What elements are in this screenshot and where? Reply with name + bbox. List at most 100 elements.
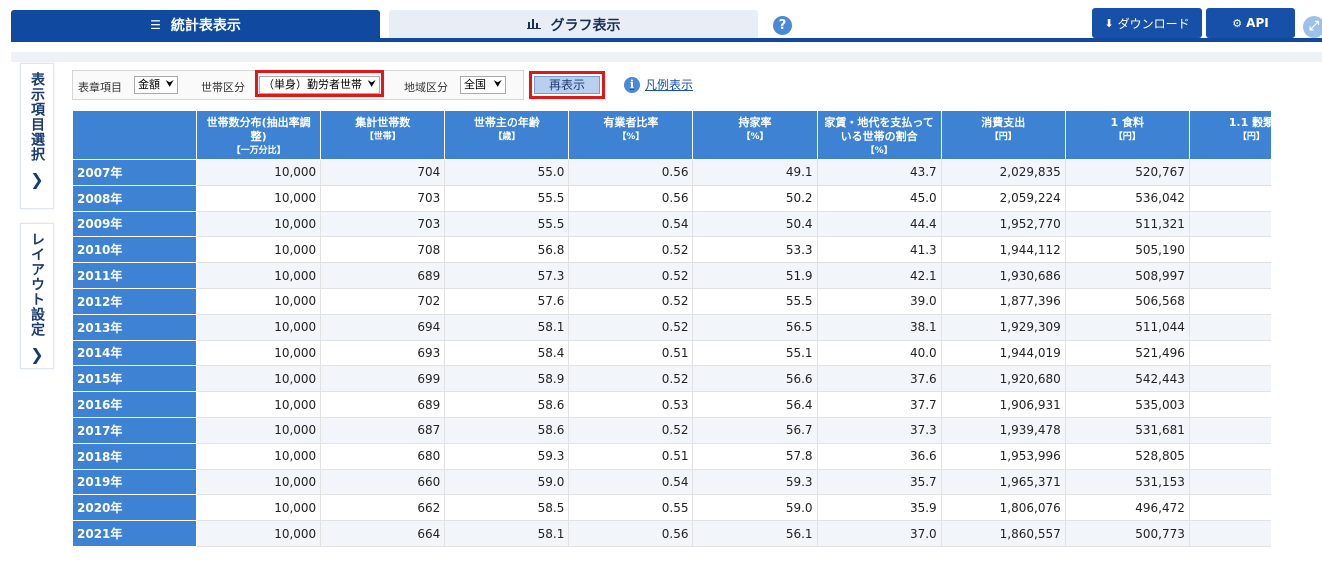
table-row: 2014年 10,000 693 58.4 0.51 55.1 40.0 1,944,019 5…	[72, 339, 1271, 367]
tab-stats-view-label: 統計表表示	[170, 17, 241, 34]
table-header-row: 世帯数分布(抽出率調整) 【一万分比】 集計世帯数 【世帯】 世帯主の年齢 【歳】 有業者比…	[72, 110, 1271, 160]
table-body: 2007年 10,000 704 55.0 0.56 49.1 43.7 2,029,835 5…	[72, 159, 1271, 547]
table-cell	[1188, 365, 1271, 393]
panel-header-strip	[11, 52, 1322, 62]
table-cell	[1188, 339, 1271, 367]
table-item-select[interactable]: 金額 ⮟	[134, 76, 178, 94]
chevron-down-icon: ⮟	[493, 79, 503, 90]
redisplay-highlight	[529, 71, 605, 99]
column-header[interactable]: 有業者比率 【%】	[568, 110, 694, 160]
column-header[interactable]: 集計世帯数 【世帯】	[320, 110, 446, 160]
table-cell: 40.0	[816, 339, 942, 367]
table-cell: 0.54	[568, 468, 694, 496]
table-cell: 45.0	[816, 184, 942, 212]
side-tab-item-select[interactable]: 表示項目選択 ❯	[20, 63, 54, 209]
table-cell: 10,000	[196, 416, 322, 444]
column-header[interactable]: 持家率【%】	[692, 110, 818, 160]
table-cell: 680	[320, 442, 446, 470]
table-cell: 10,000	[196, 365, 322, 393]
column-header[interactable]: 消費支出 【円】	[940, 110, 1066, 160]
column-header[interactable]: 1 食料 【円】	[1064, 110, 1190, 160]
column-header[interactable]: 家賃・地代を支払っている世帯の割合 【%】	[816, 110, 942, 160]
region-value: 全国	[464, 78, 486, 91]
tab-stats-view[interactable]: ☰ 統計表表示	[11, 10, 380, 39]
table-cell: 1,929,309	[940, 313, 1066, 341]
table-cell	[1188, 442, 1271, 470]
row-header-year: 2008年	[72, 184, 198, 212]
table-cell: 55.5	[444, 184, 570, 212]
table-cell: 10,000	[196, 184, 322, 212]
column-header[interactable]: 世帯主の年齢 【歳】	[444, 110, 570, 160]
table-cell: 37.3	[816, 416, 942, 444]
row-header-year: 2011年	[72, 262, 198, 289]
table-row: 2008年 10,000 703 55.5 0.56 50.2 45.0 2,059,224 5…	[72, 184, 1271, 212]
table-cell: 58.4	[444, 339, 570, 367]
column-header-name: 1 食料	[1110, 116, 1145, 129]
table-cell: 57.8	[692, 442, 818, 470]
column-header-name: 持家率	[738, 116, 772, 129]
column-header[interactable]: 1.1 穀類 【円】	[1188, 110, 1271, 160]
table-row: 2018年 10,000 680 59.3 0.51 57.8 36.6 1,953,996 5…	[72, 442, 1271, 470]
legend-link[interactable]: i 凡例表示	[624, 76, 693, 93]
table-cell: 10,000	[196, 339, 322, 367]
region-select[interactable]: 全国 ⮟	[460, 76, 506, 94]
table-cell: 53.3	[692, 236, 818, 264]
table-cell: 506,568	[1064, 287, 1190, 315]
table-cell: 520,767	[1064, 159, 1190, 186]
table-cell	[1188, 210, 1271, 238]
table-cell: 0.52	[568, 262, 694, 289]
tab-graph-view-label: グラフ表示	[550, 17, 621, 34]
table-row: 2010年 10,000 708 56.8 0.52 53.3 41.3 1,944,112 5…	[72, 236, 1271, 264]
table-cell: 37.6	[816, 365, 942, 393]
column-header[interactable]: 世帯数分布(抽出率調整) 【一万分比】	[196, 110, 322, 160]
table-cell: 59.0	[692, 494, 818, 522]
table-cell: 39.0	[816, 287, 942, 315]
gears-icon: ⚙	[1232, 16, 1243, 30]
table-cell: 0.52	[568, 365, 694, 393]
side-tab-layout[interactable]: レイアウト設定 ❯	[20, 223, 54, 369]
table-cell: 59.3	[692, 468, 818, 496]
table-cell: 10,000	[196, 494, 322, 522]
row-header-year: 2017年	[72, 416, 198, 444]
table-cell: 55.1	[692, 339, 818, 367]
table-cell: 1,877,396	[940, 287, 1066, 315]
table-cell: 693	[320, 339, 446, 367]
table-cell: 37.0	[816, 520, 942, 547]
table-row: 2011年 10,000 689 57.3 0.52 51.9 42.1 1,930,686 5…	[72, 262, 1271, 289]
chevron-down-icon: ⮟	[165, 79, 175, 90]
chevron-right-icon: ❯	[30, 345, 44, 364]
table-cell: 1,952,770	[940, 210, 1066, 238]
table-cell: 1,944,112	[940, 236, 1066, 264]
column-header-unit: 【歳】	[493, 132, 521, 142]
api-button[interactable]: ⚙ API	[1206, 8, 1295, 38]
table-cell: 0.56	[568, 184, 694, 212]
column-header-unit: 【世帯】	[364, 132, 401, 142]
column-header-name: 1.1 穀類	[1228, 116, 1271, 129]
table-cell: 1,906,931	[940, 391, 1066, 418]
table-cell: 1,944,019	[940, 339, 1066, 367]
stats-table-container[interactable]: 世帯数分布(抽出率調整) 【一万分比】 集計世帯数 【世帯】 世帯主の年齢 【歳】 有業者比…	[72, 110, 1271, 551]
table-cell: 59.0	[444, 468, 570, 496]
table-cell	[1188, 416, 1271, 444]
row-header-year: 2015年	[72, 365, 198, 393]
table-cell: 56.7	[692, 416, 818, 444]
table-cell	[1188, 236, 1271, 264]
column-header-unit: 【円】	[1237, 132, 1265, 142]
row-header-year: 2020年	[72, 494, 198, 522]
table-cell: 56.6	[692, 365, 818, 393]
chevron-right-icon: ❯	[30, 170, 44, 189]
table-cell: 542,443	[1064, 365, 1190, 393]
table-row: 2012年 10,000 702 57.6 0.52 55.5 39.0 1,877,396 5…	[72, 287, 1271, 315]
download-button[interactable]: ⬇ ダウンロード	[1092, 8, 1202, 38]
legend-link-label: 凡例表示	[645, 78, 694, 92]
expand-icon[interactable]: ⤢	[1303, 16, 1322, 38]
side-tab-layout-label: レイアウト設定	[29, 232, 45, 337]
table-cell: 496,472	[1064, 494, 1190, 522]
table-cell: 44.4	[816, 210, 942, 238]
column-header-unit: 【%】	[741, 132, 769, 142]
table-cell: 0.56	[568, 520, 694, 547]
tab-graph-view[interactable]: グラフ表示	[389, 10, 758, 39]
help-icon[interactable]: ?	[773, 16, 792, 35]
table-cell: 56.4	[692, 391, 818, 418]
table-cell: 511,044	[1064, 313, 1190, 341]
